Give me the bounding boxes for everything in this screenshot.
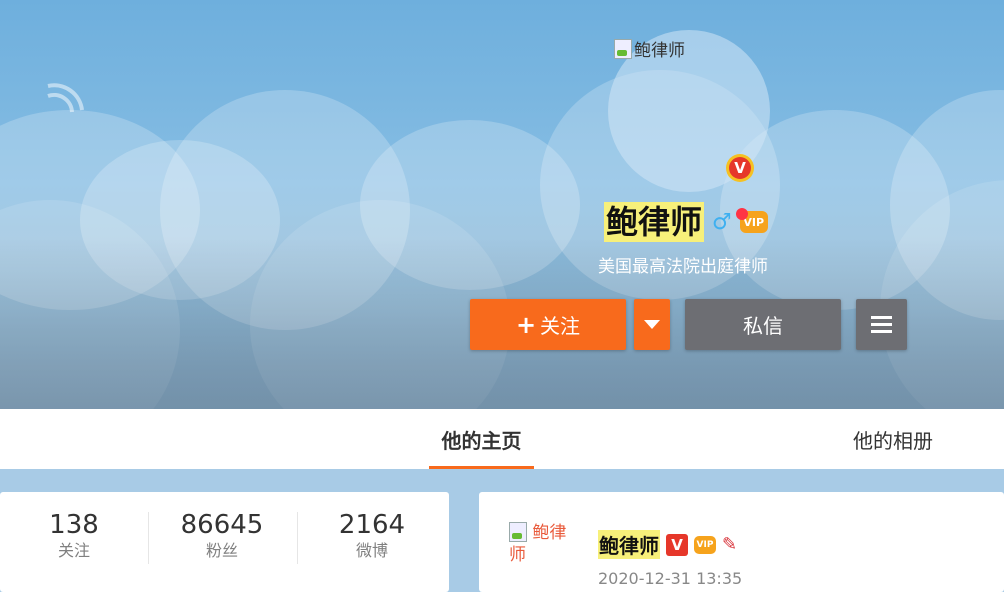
medal-icon[interactable]: ✎ bbox=[722, 534, 737, 555]
follow-button-label: 关注 bbox=[540, 314, 581, 338]
profile-tab-bar: 他的主页 他的相册 bbox=[0, 409, 1004, 469]
vip-icon[interactable]: VIP bbox=[735, 208, 768, 233]
more-menu-button[interactable] bbox=[856, 299, 907, 350]
plus-icon: + bbox=[515, 310, 537, 339]
vip-icon-label: VIP bbox=[743, 215, 765, 229]
menu-icon bbox=[871, 316, 892, 319]
menu-icon bbox=[871, 323, 892, 326]
rss-icon bbox=[47, 83, 84, 113]
vip-icon[interactable]: VIP bbox=[694, 535, 716, 554]
stat-value: 2164 bbox=[338, 510, 406, 540]
stat-value: 86645 bbox=[180, 510, 264, 540]
menu-icon bbox=[871, 330, 892, 333]
verified-badge-icon: V bbox=[726, 154, 754, 182]
stat-following[interactable]: 138 关注 bbox=[0, 510, 148, 562]
verified-badge-icon: V bbox=[666, 533, 688, 556]
stat-label: 微博 bbox=[355, 541, 388, 560]
stat-value: 138 bbox=[49, 510, 99, 540]
broken-image-icon bbox=[614, 38, 632, 59]
tab-album[interactable]: 他的相册 bbox=[853, 409, 933, 469]
chevron-down-icon bbox=[644, 320, 660, 329]
profile-name: 鲍律师 bbox=[604, 202, 705, 242]
follow-button[interactable]: + 关注 bbox=[470, 299, 626, 350]
stats-card: 138 关注 86645 粉丝 2164 微博 bbox=[0, 492, 449, 592]
avatar-alt-text: 鲍律师 bbox=[614, 36, 685, 61]
message-button[interactable]: 私信 bbox=[685, 299, 841, 350]
feed-timestamp[interactable]: 2020-12-31 13:35 bbox=[598, 569, 742, 588]
feed-author-row: 鲍律师 V VIP ✎ bbox=[598, 530, 737, 559]
verified-badge-letter: V bbox=[729, 157, 751, 179]
profile-bio: 美国最高法院出庭律师 bbox=[598, 257, 768, 277]
profile-banner: 鲍律师 V 鲍律师 ♂ VIP 美国最高法院出庭律师 + 关注 私信 bbox=[0, 0, 1004, 409]
follow-dropdown-button[interactable] bbox=[634, 299, 670, 350]
profile-name-row: 鲍律师 ♂ VIP bbox=[604, 200, 768, 244]
feed-author-name[interactable]: 鲍律师 bbox=[598, 530, 660, 559]
broken-image-icon bbox=[509, 522, 527, 542]
feed-post-card: 鲍律师 鲍律师 V VIP ✎ 2020-12-31 13:35 bbox=[479, 492, 1004, 592]
message-button-label: 私信 bbox=[743, 314, 783, 338]
stat-followers[interactable]: 86645 粉丝 bbox=[148, 510, 296, 562]
feed-author-avatar[interactable]: 鲍律师 bbox=[509, 522, 571, 566]
stat-label: 关注 bbox=[57, 541, 90, 560]
male-icon: ♂ bbox=[712, 209, 732, 235]
stat-posts[interactable]: 2164 微博 bbox=[298, 510, 446, 562]
tab-home[interactable]: 他的主页 bbox=[429, 409, 534, 469]
avatar-alt-label: 鲍律师 bbox=[634, 41, 685, 61]
stat-label: 粉丝 bbox=[205, 541, 238, 560]
